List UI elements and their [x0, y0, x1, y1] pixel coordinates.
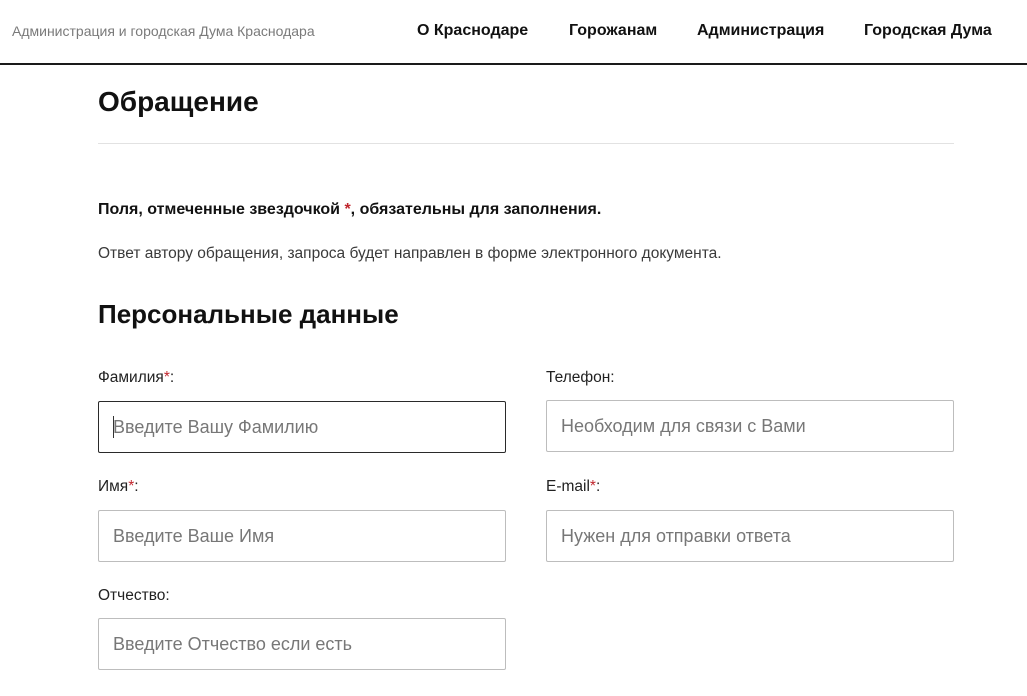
name-label: Имя*: [98, 478, 139, 496]
site-header: Администрация и городская Дума Краснодар… [0, 0, 1027, 65]
name-label-text: Имя [98, 478, 129, 495]
site-name-link[interactable]: Администрация и городская Дума Краснодар… [12, 23, 315, 39]
nav-item-about-krasnodar[interactable]: О Краснодаре [417, 22, 528, 40]
nav-item-city-duma[interactable]: Городская Дума [864, 22, 992, 40]
page-title: Обращение [98, 86, 259, 117]
required-fields-note: Поля, отмеченные звездочкой *, обязатель… [98, 201, 601, 219]
surname-label-text: Фамилия [98, 369, 164, 386]
phone-label: Телефон: [546, 369, 615, 386]
email-input[interactable] [546, 510, 954, 562]
required-note-text-after: , обязательны для заполнения. [350, 201, 602, 218]
nav-item-citizens[interactable]: Горожанам [569, 22, 657, 40]
email-label: E-mail*: [546, 478, 600, 496]
response-info-note: Ответ автору обращения, запроса будет на… [98, 245, 722, 262]
email-label-colon: : [595, 478, 601, 495]
surname-label-colon: : [169, 369, 175, 386]
email-label-text: E-mail [546, 478, 590, 495]
phone-input[interactable] [546, 400, 954, 452]
name-label-colon: : [134, 478, 139, 495]
name-input[interactable] [98, 510, 506, 562]
patronymic-input[interactable] [98, 618, 506, 670]
text-caret [113, 416, 114, 438]
patronymic-label: Отчество: [98, 587, 170, 604]
title-divider [98, 143, 954, 144]
surname-input[interactable] [98, 401, 506, 453]
nav-item-administration[interactable]: Администрация [697, 22, 824, 40]
required-note-text-before: Поля, отмеченные звездочкой [98, 201, 345, 218]
section-title-personal-data: Персональные данные [98, 299, 399, 329]
surname-label: Фамилия*: [98, 369, 174, 387]
